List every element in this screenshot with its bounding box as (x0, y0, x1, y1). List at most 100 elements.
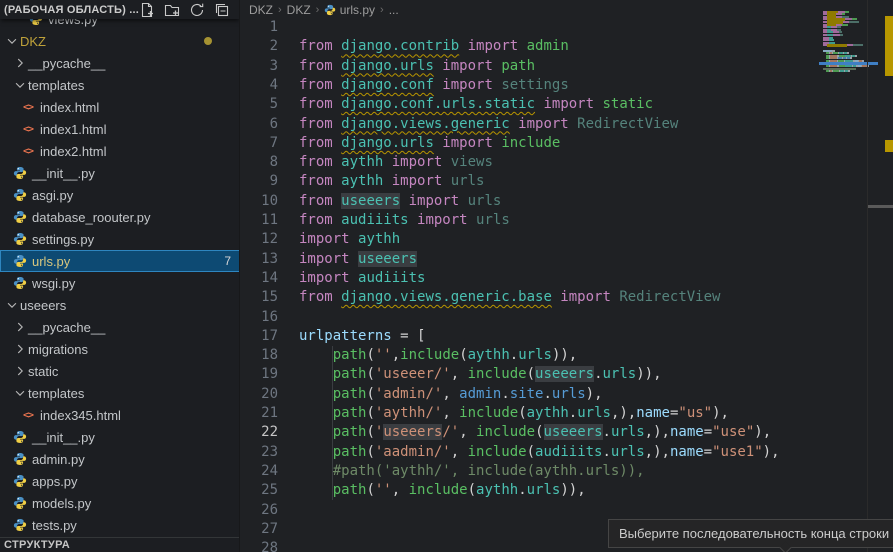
code-line-7[interactable]: 7from django.urls import include (241, 134, 893, 154)
breadcrumb[interactable]: DKZ›DKZ› urls.py›... (249, 0, 399, 19)
scrollbar-mark (868, 205, 893, 208)
code-text: import audiiits (299, 269, 425, 288)
code-line-10[interactable]: 10from useeers import urls (241, 192, 893, 212)
code-line-19[interactable]: 19 path('useeer/', include(useeers.urls)… (241, 365, 893, 385)
chevron-right-icon (12, 55, 28, 71)
tree-item-DKZ[interactable]: DKZ (0, 30, 240, 52)
code-line-1[interactable]: 1 (241, 18, 893, 38)
code-line-11[interactable]: 11from audiiits import urls (241, 211, 893, 231)
code-line-26[interactable]: 26 (241, 501, 893, 521)
tree-item-useeers[interactable]: useeers (0, 294, 240, 316)
code-text: from aythh import urls (299, 172, 484, 191)
tree-item-static[interactable]: static (0, 360, 240, 382)
tree-item-tests.py[interactable]: tests.py (0, 514, 240, 536)
python-file-icon (12, 473, 28, 489)
code-text: from aythh import views (299, 153, 493, 172)
code-text: from django.conf.urls.static import stat… (299, 95, 653, 114)
tree-item-urls.py[interactable]: urls.py7 (0, 250, 240, 272)
tree-item-__init__.py[interactable]: __init__.py (0, 162, 240, 184)
chevron-right-icon (12, 319, 28, 335)
code-line-20[interactable]: 20 path('admin/', admin.site.urls), (241, 385, 893, 405)
outline-section-label: СТРУКТУРА (4, 539, 70, 551)
line-number: 7 (241, 134, 278, 153)
new-folder-icon[interactable] (164, 2, 180, 18)
tree-item-label: settings.py (32, 232, 94, 247)
tree-item-apps.py[interactable]: apps.py (0, 470, 240, 492)
new-file-icon[interactable] (139, 2, 155, 18)
line-number: 13 (241, 250, 278, 269)
modified-dot (204, 37, 212, 45)
tree-item-__init__.py[interactable]: __init__.py (0, 426, 240, 448)
code-line-17[interactable]: 17urlpatterns = [ (241, 327, 893, 347)
tree-item-label: asgi.py (32, 188, 73, 203)
breadcrumb-item[interactable]: DKZ (249, 3, 273, 17)
code-line-18[interactable]: 18 path('',include(aythh.urls)), (241, 346, 893, 366)
tree-item-label: __init__.py (32, 166, 95, 181)
python-file-icon (12, 517, 28, 533)
code-text: path('useeers/', include(useeers.urls,),… (299, 423, 771, 442)
explorer-section-header[interactable]: (РАБОЧАЯ ОБЛАСТЬ) ... (0, 0, 240, 19)
code-line-2[interactable]: 2from django.contrib import admin (241, 37, 893, 57)
breadcrumb-separator: › (276, 4, 284, 16)
explorer-sidebar: views.pyDKZ__pycache__templates<>index.h… (0, 0, 240, 552)
code-line-22[interactable]: 22 path('useeers/', include(useeers.urls… (241, 423, 893, 443)
minimap[interactable] (823, 0, 867, 552)
tree-item-index2.html[interactable]: <>index2.html (0, 140, 240, 162)
code-line-16[interactable]: 16 (241, 308, 893, 328)
tree-item-admin.py[interactable]: admin.py (0, 448, 240, 470)
tree-item-templates[interactable]: templates (0, 74, 240, 96)
outline-section-header[interactable]: СТРУКТУРА (0, 537, 240, 552)
tree-item-database_roouter.py[interactable]: database_roouter.py (0, 206, 240, 228)
line-number: 17 (241, 327, 278, 346)
line-number: 22 (241, 423, 278, 442)
tree-item-settings.py[interactable]: settings.py (0, 228, 240, 250)
code-line-8[interactable]: 8from aythh import views (241, 153, 893, 173)
line-number: 5 (241, 95, 278, 114)
tree-item-label: models.py (32, 496, 91, 511)
code-text: path('aadmin/', include(audiiits.urls,),… (299, 443, 780, 462)
overview-ruler (867, 0, 893, 552)
collapse-all-icon[interactable] (214, 2, 230, 18)
tree-item-index.html[interactable]: <>index.html (0, 96, 240, 118)
tree-item-index345.html[interactable]: <>index345.html (0, 404, 240, 426)
line-number: 25 (241, 481, 278, 500)
code-line-4[interactable]: 4from django.conf import settings (241, 76, 893, 96)
code-line-23[interactable]: 23 path('aadmin/', include(audiiits.urls… (241, 443, 893, 463)
line-number: 11 (241, 211, 278, 230)
tree-item-migrations[interactable]: migrations (0, 338, 240, 360)
line-number: 23 (241, 443, 278, 462)
code-line-5[interactable]: 5 from django.conf.urls.static import sta… (241, 95, 893, 115)
breadcrumb-item[interactable]: urls.py (324, 3, 375, 17)
line-number: 19 (241, 365, 278, 384)
tree-item-asgi.py[interactable]: asgi.py (0, 184, 240, 206)
tree-item-label: database_roouter.py (32, 210, 151, 225)
code-text: path('useeer/', include(useeers.urls)), (299, 365, 662, 384)
code-line-12[interactable]: 12import aythh (241, 230, 893, 250)
tree-item-wsgi.py[interactable]: wsgi.py (0, 272, 240, 294)
tree-item-models.py[interactable]: models.py (0, 492, 240, 514)
breadcrumb-item[interactable]: DKZ (287, 3, 311, 17)
tree-item-__pycache__[interactable]: __pycache__ (0, 316, 240, 338)
code-line-25[interactable]: 25 path('', include(aythh.urls)), (241, 481, 893, 501)
code-line-3[interactable]: 3from django.urls import path (241, 57, 893, 77)
tree-item-__pycache__[interactable]: __pycache__ (0, 52, 240, 74)
line-number: 27 (241, 520, 278, 539)
code-line-9[interactable]: 9from aythh import urls (241, 172, 893, 192)
code-line-14[interactable]: 14import audiiits (241, 269, 893, 289)
html-file-icon: <> (20, 407, 36, 423)
tree-item-index1.html[interactable]: <>index1.html (0, 118, 240, 140)
code-line-24[interactable]: 24 #path('aythh/', include(aythh.urls)), (241, 462, 893, 482)
refresh-icon[interactable] (189, 2, 205, 18)
line-number: 18 (241, 346, 278, 365)
code-editor[interactable]: 12from django.contrib import admin3from … (241, 0, 893, 552)
code-line-15[interactable]: 15from django.views.generic.base import … (241, 288, 893, 308)
code-line-21[interactable]: 21 path('aythh/', include(aythh.urls,),n… (241, 404, 893, 424)
tree-item-label: templates (28, 78, 84, 93)
code-text: import aythh (299, 230, 400, 249)
code-text: from django.views.generic import Redirec… (299, 115, 678, 134)
code-line-6[interactable]: 6from django.views.generic import Redire… (241, 115, 893, 135)
code-line-13[interactable]: 13import useeers (241, 250, 893, 270)
tree-item-templates[interactable]: templates (0, 382, 240, 404)
breadcrumb-item[interactable]: ... (389, 3, 399, 17)
tree-item-label: apps.py (32, 474, 78, 489)
